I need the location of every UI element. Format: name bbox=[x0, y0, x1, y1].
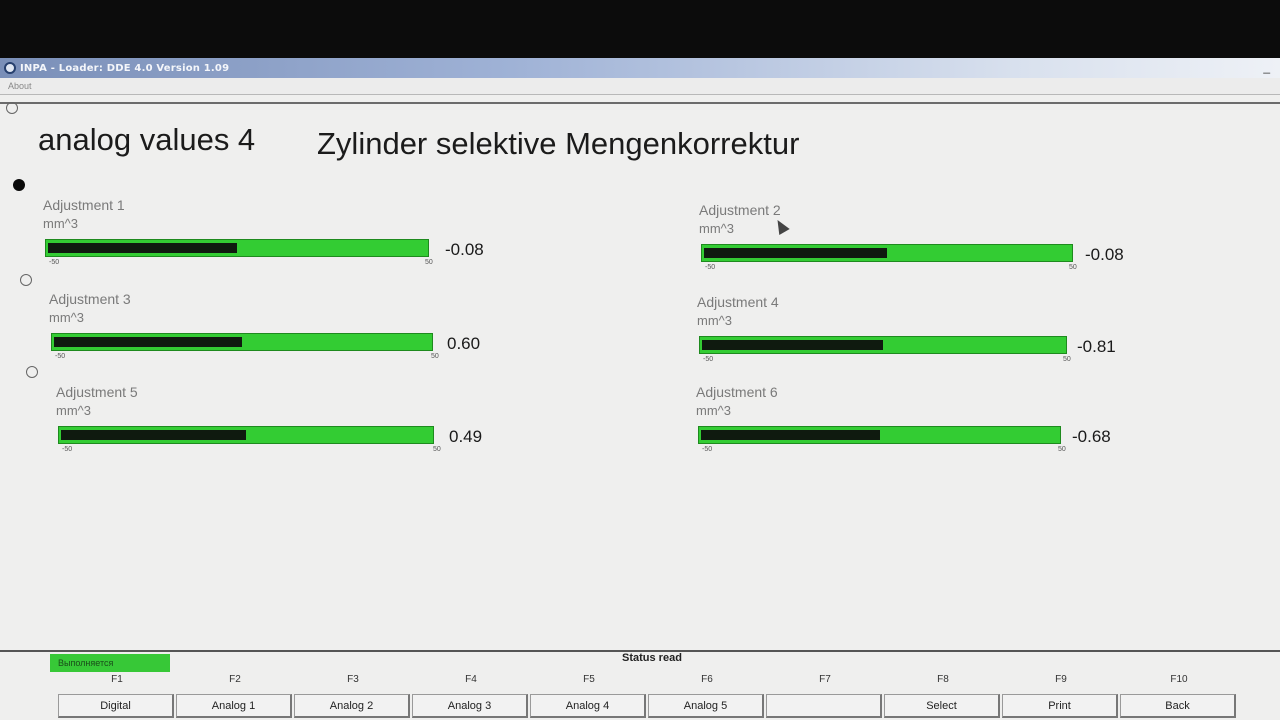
fkey-f8[interactable]: F8 Select bbox=[884, 670, 1002, 720]
gauge-adjustment-2: Adjustment 2 mm^3 -50 50 -0.08 bbox=[699, 202, 1169, 282]
fkey-f5[interactable]: F5 Analog 4 bbox=[530, 670, 648, 720]
fkey-number: F1 bbox=[111, 674, 123, 685]
gauge-adjustment-6: Adjustment 6 mm^3 -50 50 -0.68 bbox=[696, 384, 1166, 464]
gauge-label: Adjustment 4 bbox=[697, 294, 779, 310]
gauge-label: Adjustment 2 bbox=[699, 202, 781, 218]
gauge-value: 0.49 bbox=[449, 427, 483, 446]
screen-title: analog values 4 bbox=[38, 122, 256, 157]
gauge-fill bbox=[702, 340, 883, 350]
gauge-value: -0.08 bbox=[1085, 245, 1124, 264]
gauge-max: 50 bbox=[431, 353, 439, 360]
gauge-min: -50 bbox=[55, 353, 66, 360]
fkey-f3[interactable]: F3 Analog 2 bbox=[294, 670, 412, 720]
menu-item-about[interactable]: About bbox=[8, 81, 32, 91]
fkey-number: F2 bbox=[229, 674, 241, 685]
function-key-bar: F1 Digital F2 Analog 1 F3 Analog 2 F4 Analog… bbox=[58, 670, 1238, 720]
gauge-adjustment-3: Adjustment 3 mm^3 -50 50 0.60 bbox=[49, 291, 519, 371]
fkey-button-analog-5[interactable]: Analog 5 bbox=[648, 694, 764, 718]
gauge-label: Adjustment 3 bbox=[49, 291, 131, 307]
gauge-unit: mm^3 bbox=[696, 403, 731, 418]
fkey-button-analog-1[interactable]: Analog 1 bbox=[176, 694, 292, 718]
ring-marker-icon bbox=[6, 102, 18, 114]
gauge-value: 0.60 bbox=[447, 334, 481, 353]
fkey-button-digital[interactable]: Digital bbox=[58, 694, 174, 718]
gauge-adjustment-5: Adjustment 5 mm^3 -50 50 0.49 bbox=[56, 384, 526, 464]
gauge-max: 50 bbox=[1063, 356, 1071, 363]
gauge-unit: mm^3 bbox=[697, 313, 732, 328]
screen-subtitle: Zylinder selektive Mengenkorrektur bbox=[317, 126, 800, 161]
gauge-unit: mm^3 bbox=[43, 216, 78, 231]
gauge-unit: mm^3 bbox=[699, 221, 734, 236]
fkey-button-print[interactable]: Print bbox=[1002, 694, 1118, 718]
gauge-label: Adjustment 6 bbox=[696, 384, 778, 400]
gauge-min: -50 bbox=[703, 356, 714, 363]
gauge-max: 50 bbox=[1069, 264, 1077, 271]
fkey-number: F8 bbox=[937, 674, 949, 685]
fkey-number: F9 bbox=[1055, 674, 1067, 685]
ring-marker-icon bbox=[20, 274, 32, 286]
fkey-f4[interactable]: F4 Analog 3 bbox=[412, 670, 530, 720]
gauge-adjustment-4: Adjustment 4 mm^3 -50 50 -0.81 bbox=[697, 294, 1167, 374]
fkey-number: F10 bbox=[1170, 674, 1188, 685]
fkey-button-analog-3[interactable]: Analog 3 bbox=[412, 694, 528, 718]
gauge-value: -0.81 bbox=[1077, 337, 1116, 356]
menu-bar: About bbox=[0, 78, 1280, 95]
gauge-adjustment-1: Adjustment 1 mm^3 -50 50 -0.08 bbox=[43, 197, 513, 277]
gauge-max: 50 bbox=[433, 446, 441, 453]
fkey-f7[interactable]: F7 bbox=[766, 670, 884, 720]
title-bar: INPA - Loader: DDE 4.0 Version 1.09 _ bbox=[0, 58, 1280, 78]
gauge-min: -50 bbox=[705, 264, 716, 271]
gauge-min: -50 bbox=[49, 259, 60, 266]
gauge-label: Adjustment 5 bbox=[56, 384, 138, 400]
fkey-f2[interactable]: F2 Analog 1 bbox=[176, 670, 294, 720]
gauge-fill bbox=[701, 430, 880, 440]
gauge-bar bbox=[699, 336, 1067, 354]
fkey-button-analog-4[interactable]: Analog 4 bbox=[530, 694, 646, 718]
fkey-number: F3 bbox=[347, 674, 359, 685]
fkey-f9[interactable]: F9 Print bbox=[1002, 670, 1120, 720]
fkey-button-back[interactable]: Back bbox=[1120, 694, 1236, 718]
fkey-f10[interactable]: F10 Back bbox=[1120, 670, 1238, 720]
filled-marker-icon bbox=[13, 179, 25, 191]
minimize-icon[interactable]: _ bbox=[1263, 60, 1270, 74]
gauge-max: 50 bbox=[1058, 446, 1066, 453]
gauge-fill bbox=[704, 248, 887, 258]
ring-marker-icon bbox=[26, 366, 38, 378]
gauge-bar bbox=[45, 239, 429, 257]
fkey-f1[interactable]: F1 Digital bbox=[58, 670, 176, 720]
gauge-bar bbox=[701, 244, 1073, 262]
gauge-label: Adjustment 1 bbox=[43, 197, 125, 213]
app-icon bbox=[4, 62, 16, 74]
gauge-value: -0.68 bbox=[1072, 427, 1111, 446]
inpa-window: INPA - Loader: DDE 4.0 Version 1.09 _ Ab… bbox=[0, 58, 1280, 720]
fkey-button-empty[interactable] bbox=[766, 694, 882, 718]
gauge-max: 50 bbox=[425, 259, 433, 266]
gauge-unit: mm^3 bbox=[49, 310, 84, 325]
gauge-value: -0.08 bbox=[445, 240, 484, 259]
gauge-unit: mm^3 bbox=[56, 403, 91, 418]
window-title: INPA - Loader: DDE 4.0 Version 1.09 bbox=[20, 62, 230, 74]
fkey-f6[interactable]: F6 Analog 5 bbox=[648, 670, 766, 720]
frame-divider bbox=[0, 102, 1280, 104]
fkey-number: F7 bbox=[819, 674, 831, 685]
fkey-button-analog-2[interactable]: Analog 2 bbox=[294, 694, 410, 718]
gauge-fill bbox=[48, 243, 237, 253]
gauge-fill bbox=[61, 430, 246, 440]
fkey-number: F4 bbox=[465, 674, 477, 685]
gauge-min: -50 bbox=[702, 446, 713, 453]
gauge-bar bbox=[698, 426, 1061, 444]
status-text: Status read bbox=[622, 652, 682, 664]
fkey-number: F5 bbox=[583, 674, 595, 685]
fkey-number: F6 bbox=[701, 674, 713, 685]
gauge-bar bbox=[58, 426, 434, 444]
fkey-button-select[interactable]: Select bbox=[884, 694, 1000, 718]
gauge-min: -50 bbox=[62, 446, 73, 453]
gauge-bar bbox=[51, 333, 433, 351]
gauge-fill bbox=[54, 337, 242, 347]
